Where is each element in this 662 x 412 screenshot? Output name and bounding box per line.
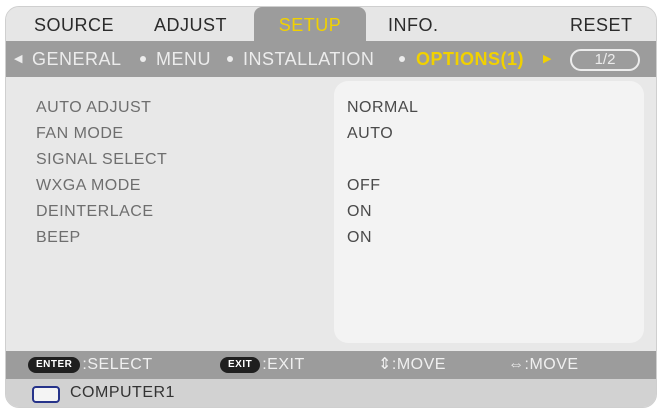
setting-value-fan-mode[interactable]: AUTO [347, 125, 393, 143]
setting-label-signal-select[interactable]: SIGNAL SELECT [36, 151, 167, 169]
subtab-menu[interactable]: MENU [156, 41, 211, 77]
hint-select-text: :SELECT [82, 356, 153, 373]
hint-move-text: :MOVE [391, 356, 446, 373]
top-tab-bar: SOURCE ADJUST SETUP INFO. RESET [6, 7, 656, 41]
monitor-icon [32, 386, 60, 403]
subtab-installation[interactable]: INSTALLATION [243, 41, 374, 77]
input-source-bar: COMPUTER1 [6, 379, 656, 407]
hint-exit-text: :EXIT [262, 356, 305, 373]
tab-adjust[interactable]: ADJUST [154, 7, 227, 41]
updown-arrows-icon: ⇕ [378, 356, 392, 373]
hint-move-updown: ⇕:MOVE [378, 351, 446, 379]
tab-source[interactable]: SOURCE [34, 7, 114, 41]
hint-move-leftright: ⇔:MOVE [508, 351, 579, 379]
value-panel [334, 81, 644, 343]
setting-value-auto-adjust[interactable]: NORMAL [347, 99, 418, 117]
setting-label-fan-mode[interactable]: FAN MODE [36, 125, 124, 143]
leftright-arrows-icon: ⇔ [508, 356, 525, 373]
setting-value-deinterlace[interactable]: ON [347, 203, 372, 221]
setting-label-beep[interactable]: BEEP [36, 229, 81, 247]
separator-dot [140, 56, 146, 62]
separator-dot [227, 56, 233, 62]
tab-reset[interactable]: RESET [570, 7, 633, 41]
sub-tab-bar: ◀ GENERAL MENU INSTALLATION OPTIONS(1) ▶… [6, 41, 656, 77]
tab-setup[interactable]: SETUP [254, 7, 366, 41]
right-arrow-icon[interactable]: ▶ [543, 41, 552, 77]
tab-info[interactable]: INFO. [388, 7, 439, 41]
separator-dot [399, 56, 405, 62]
input-source-label: COMPUTER1 [70, 384, 175, 401]
setting-value-beep[interactable]: ON [347, 229, 372, 247]
settings-panel: AUTO ADJUST NORMAL FAN MODE AUTO SIGNAL … [6, 77, 656, 351]
page-indicator: 1/2 [570, 49, 640, 71]
hint-exit: EXIT:EXIT [220, 351, 305, 379]
setting-label-wxga-mode[interactable]: WXGA MODE [36, 177, 141, 195]
left-arrow-icon[interactable]: ◀ [14, 41, 23, 77]
exit-key-badge: EXIT [220, 357, 261, 373]
key-hint-bar: ENTER:SELECT EXIT:EXIT ⇕:MOVE ⇔:MOVE [6, 351, 656, 379]
enter-key-badge: ENTER [28, 357, 81, 373]
hint-enter-select: ENTER:SELECT [28, 351, 153, 379]
subtab-general[interactable]: GENERAL [32, 41, 122, 77]
subtab-options-1[interactable]: OPTIONS(1) [416, 41, 524, 77]
projector-osd-menu: SOURCE ADJUST SETUP INFO. RESET ◀ GENERA… [5, 6, 657, 408]
hint-move-text: :MOVE [524, 356, 579, 373]
setting-label-deinterlace[interactable]: DEINTERLACE [36, 203, 154, 221]
setting-label-auto-adjust[interactable]: AUTO ADJUST [36, 99, 151, 117]
setting-value-wxga-mode[interactable]: OFF [347, 177, 381, 195]
